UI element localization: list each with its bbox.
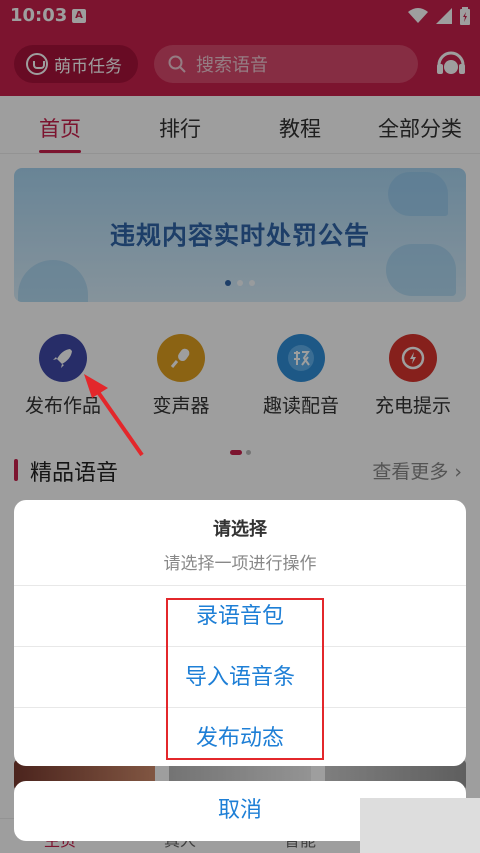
option-record-voice-pack[interactable]: 录语音包	[14, 585, 466, 646]
action-sheet: 请选择 请选择一项进行操作 录语音包 导入语音条 发布动态	[14, 500, 466, 766]
option-publish-post[interactable]: 发布动态	[14, 707, 466, 766]
corner-overlay-patch	[360, 798, 480, 853]
sheet-title: 请选择	[213, 519, 267, 540]
option-import-voice-clip[interactable]: 导入语音条	[14, 646, 466, 707]
sheet-subtitle: 请选择一项进行操作	[163, 554, 317, 574]
